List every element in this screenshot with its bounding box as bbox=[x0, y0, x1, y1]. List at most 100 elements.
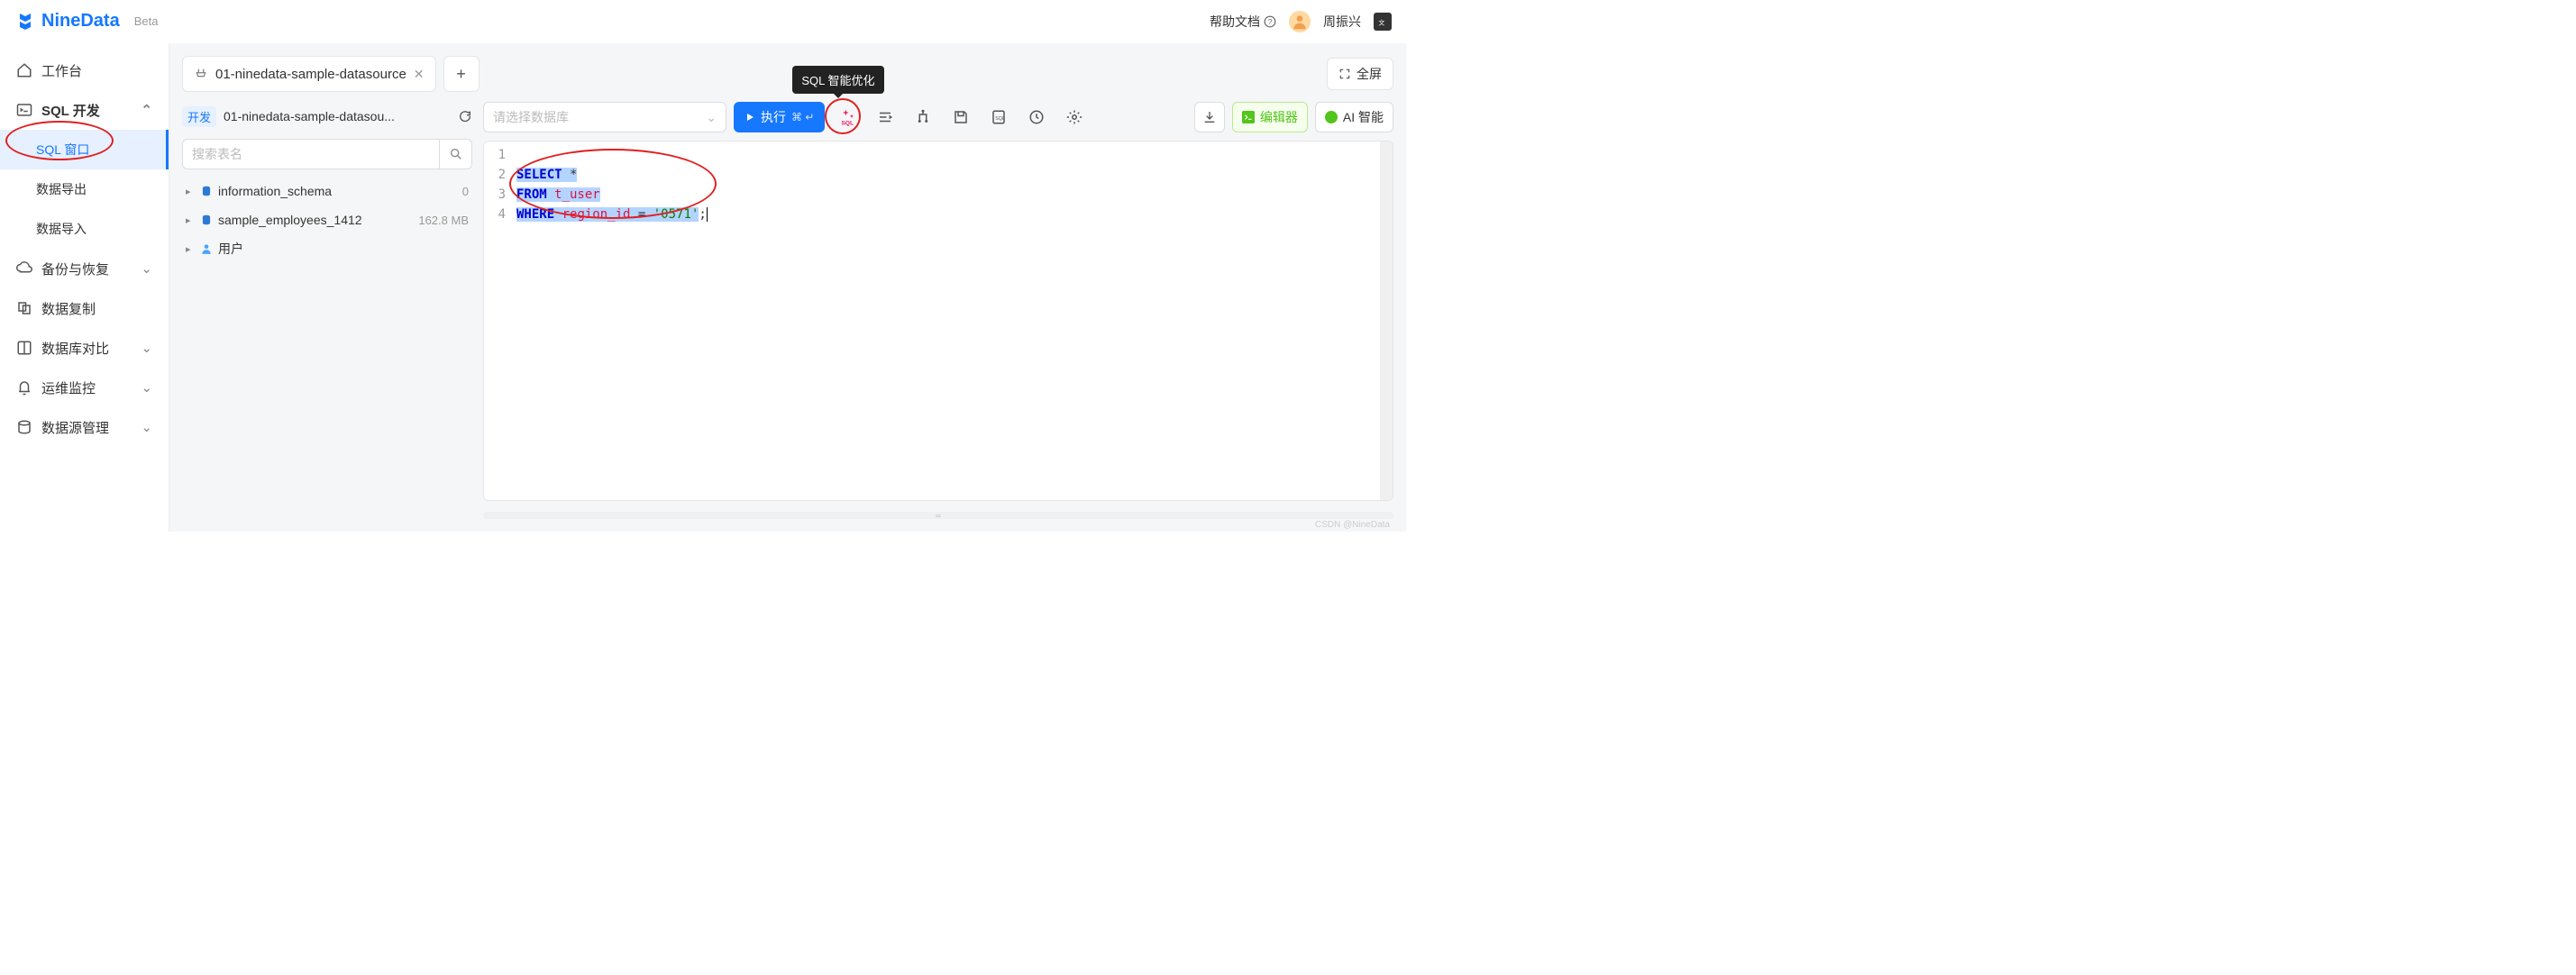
body-row: 工作台 SQL 开发 ⌃ SQL 窗口 数据导出 数据导入 备份与恢复 ⌄ 数据… bbox=[0, 43, 1406, 532]
sidebar: 工作台 SQL 开发 ⌃ SQL 窗口 数据导出 数据导入 备份与恢复 ⌄ 数据… bbox=[0, 43, 169, 532]
tree-icon bbox=[915, 109, 931, 125]
play-icon bbox=[744, 112, 755, 123]
history-button[interactable] bbox=[1021, 102, 1052, 132]
main-area: 01-ninedata-sample-datasource ✕ + 全屏 开发 … bbox=[169, 43, 1406, 532]
search-icon bbox=[449, 147, 463, 161]
chevron-up-icon: ⌃ bbox=[141, 102, 152, 118]
editor-mode-button[interactable]: 编辑器 bbox=[1232, 102, 1308, 132]
save-button[interactable] bbox=[945, 102, 976, 132]
terminal-icon bbox=[16, 102, 32, 118]
close-icon[interactable]: ✕ bbox=[414, 67, 425, 82]
sql-file-icon: SQL bbox=[991, 109, 1007, 125]
sidebar-item-data-import[interactable]: 数据导入 bbox=[0, 209, 169, 249]
sidebar-item-sql-window[interactable]: SQL 窗口 bbox=[0, 130, 169, 169]
logo-icon bbox=[14, 11, 36, 32]
editor-resize-handle[interactable]: ═ bbox=[483, 512, 1393, 519]
chevron-down-icon: ⌄ bbox=[141, 260, 152, 277]
sidebar-item-compare[interactable]: 数据库对比 ⌄ bbox=[0, 328, 169, 368]
sidebar-item-workbench[interactable]: 工作台 bbox=[0, 50, 169, 90]
help-icon: ? bbox=[1264, 15, 1276, 28]
datasource-row: 开发 01-ninedata-sample-datasou... bbox=[182, 101, 472, 132]
svg-text:SQL: SQL bbox=[996, 116, 1006, 122]
database-select[interactable]: 请选择数据库 ⌄ bbox=[483, 102, 726, 132]
editor-toolbar: 请选择数据库 ⌄ 执行 ⌘ ↵ SQL SQL 智能优化 bbox=[483, 101, 1393, 133]
arrow-icon: ▸ bbox=[186, 243, 195, 255]
tree-item-schema[interactable]: ▸ information_schema 0 bbox=[182, 177, 472, 205]
chevron-down-icon: ⌄ bbox=[141, 419, 152, 435]
editor-gutter: 1 2 3 4 bbox=[484, 141, 511, 500]
arrow-icon: ▸ bbox=[186, 186, 195, 197]
sidebar-item-backup[interactable]: 备份与恢复 ⌄ bbox=[0, 249, 169, 288]
tab-row: 01-ninedata-sample-datasource ✕ + 全屏 bbox=[182, 56, 1393, 92]
settings-button[interactable] bbox=[1059, 102, 1090, 132]
sql-file-button[interactable]: SQL bbox=[983, 102, 1014, 132]
language-icon[interactable]: 文 bbox=[1374, 13, 1392, 31]
help-link[interactable]: 帮助文档 ? bbox=[1210, 13, 1276, 31]
fullscreen-button[interactable]: 全屏 bbox=[1327, 58, 1393, 90]
database-icon bbox=[200, 185, 213, 197]
svg-text:文: 文 bbox=[1378, 18, 1384, 26]
tab-datasource[interactable]: 01-ninedata-sample-datasource ✕ bbox=[182, 56, 436, 92]
username: 周振兴 bbox=[1323, 13, 1361, 31]
sql-optimize-tooltip: SQL 智能优化 bbox=[792, 66, 883, 94]
tree-item-schema[interactable]: ▸ sample_employees_1412 162.8 MB bbox=[182, 205, 472, 234]
arrow-icon: ▸ bbox=[186, 214, 195, 226]
database-icon bbox=[16, 419, 32, 435]
ai-dot-icon bbox=[1325, 111, 1338, 123]
header-right: 帮助文档 ? 周振兴 文 bbox=[1210, 11, 1392, 32]
plan-button[interactable] bbox=[908, 102, 938, 132]
tree-item-user[interactable]: ▸ 用户 bbox=[182, 234, 472, 263]
sidebar-item-data-export[interactable]: 数据导出 bbox=[0, 169, 169, 209]
editor-cursor bbox=[707, 207, 708, 222]
format-icon bbox=[877, 109, 893, 125]
bell-icon bbox=[16, 379, 32, 396]
sidebar-item-datasource[interactable]: 数据源管理 ⌄ bbox=[0, 407, 169, 447]
table-search-box bbox=[182, 139, 472, 169]
beta-badge: Beta bbox=[134, 14, 159, 28]
database-icon bbox=[200, 214, 213, 226]
download-button[interactable] bbox=[1194, 102, 1225, 132]
terminal-icon bbox=[1242, 111, 1255, 123]
sidebar-item-ops[interactable]: 运维监控 ⌄ bbox=[0, 368, 169, 407]
format-button[interactable] bbox=[870, 102, 900, 132]
download-icon bbox=[1202, 110, 1217, 124]
clock-icon bbox=[1028, 109, 1045, 125]
brand-logo[interactable]: NineData bbox=[14, 11, 120, 32]
schema-tree: ▸ information_schema 0 ▸ sample_employee… bbox=[182, 177, 472, 263]
search-button[interactable] bbox=[439, 140, 471, 169]
chevron-down-icon: ⌄ bbox=[141, 379, 152, 396]
run-button[interactable]: 执行 ⌘ ↵ bbox=[734, 102, 825, 132]
sidebar-item-replication[interactable]: 数据复制 bbox=[0, 288, 169, 328]
svg-text:SQL: SQL bbox=[842, 120, 854, 126]
env-badge: 开发 bbox=[182, 106, 216, 127]
brand-name: NineData bbox=[41, 11, 120, 32]
app-header: NineData Beta 帮助文档 ? 周振兴 文 bbox=[0, 0, 1406, 43]
sparkle-sql-icon: SQL bbox=[838, 108, 856, 126]
watermark: CSDN @NineData bbox=[1315, 520, 1390, 530]
tab-add-button[interactable]: + bbox=[443, 56, 480, 92]
chevron-down-icon: ⌄ bbox=[141, 340, 152, 356]
editor-code[interactable]: SELECT * FROM t_user WHERE region_id = '… bbox=[511, 141, 1380, 500]
svg-text:?: ? bbox=[1268, 17, 1273, 25]
chevron-down-icon: ⌄ bbox=[706, 110, 717, 125]
left-panel: 开发 01-ninedata-sample-datasou... ▸ bbox=[182, 101, 472, 519]
save-icon bbox=[953, 109, 969, 125]
refresh-icon[interactable] bbox=[458, 109, 472, 123]
right-panel: 请选择数据库 ⌄ 执行 ⌘ ↵ SQL SQL 智能优化 bbox=[483, 101, 1393, 519]
sql-optimize-button[interactable]: SQL bbox=[832, 102, 863, 132]
table-search-input[interactable] bbox=[183, 140, 439, 169]
datasource-name[interactable]: 01-ninedata-sample-datasou... bbox=[224, 109, 451, 123]
header-left: NineData Beta bbox=[14, 11, 158, 32]
cloud-icon bbox=[16, 260, 32, 277]
ai-mode-button[interactable]: AI 智能 bbox=[1315, 102, 1393, 132]
sql-optimize-wrapper: SQL SQL 智能优化 bbox=[832, 102, 863, 132]
plug-icon bbox=[194, 67, 208, 81]
avatar[interactable] bbox=[1289, 11, 1311, 32]
user-icon bbox=[200, 242, 213, 255]
workspace: 开发 01-ninedata-sample-datasou... ▸ bbox=[182, 101, 1393, 519]
sql-editor[interactable]: 1 2 3 4 SELECT * FROM t_user WHERE regio… bbox=[483, 141, 1393, 501]
sidebar-item-sql-dev[interactable]: SQL 开发 ⌃ bbox=[0, 90, 169, 130]
compare-icon bbox=[16, 340, 32, 356]
editor-minimap[interactable] bbox=[1380, 141, 1393, 500]
fullscreen-icon bbox=[1338, 68, 1351, 80]
